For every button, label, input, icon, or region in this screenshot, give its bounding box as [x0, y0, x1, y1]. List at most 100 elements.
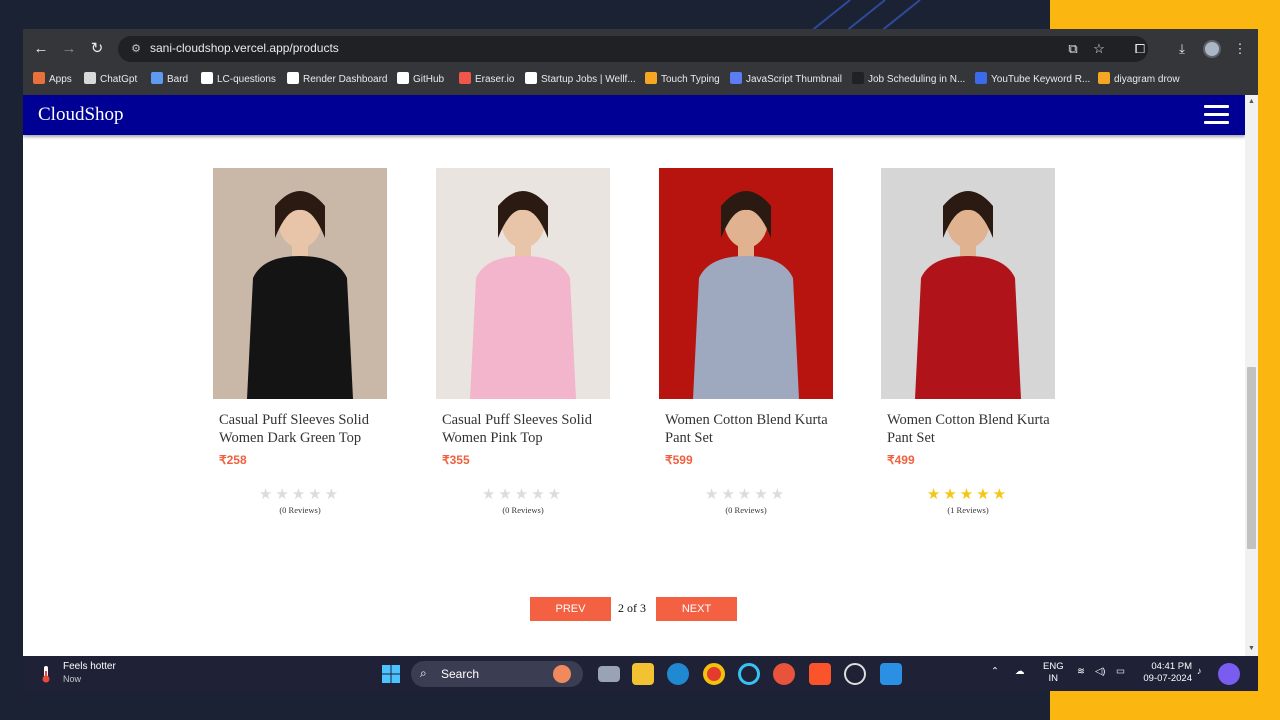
star-icon: ★: [754, 486, 771, 503]
taskbar-search-label: Search: [441, 667, 480, 681]
thermometer-icon[interactable]: [40, 665, 52, 683]
review-count: (0 Reviews): [725, 505, 767, 515]
page-content: CloudShop Casual Puff Sleeves Solid Wome…: [23, 95, 1245, 656]
edge-icon[interactable]: [667, 663, 689, 685]
weather-subtitle[interactable]: Now: [63, 674, 81, 684]
product-price: ₹258: [219, 453, 247, 467]
file-explorer-icon[interactable]: [632, 663, 654, 685]
task-view-icon[interactable]: [598, 666, 620, 682]
next-button[interactable]: NEXT: [656, 597, 737, 621]
clock-time: 04:41 PM: [1151, 661, 1192, 672]
prev-button[interactable]: PREV: [530, 597, 611, 621]
model-figure: [915, 191, 1021, 399]
bookmark-item[interactable]: Job Scheduling in N...: [852, 71, 965, 89]
scroll-up-icon[interactable]: ▲: [1247, 97, 1256, 106]
browser-toolbar: ← → ↻ ⚙ sani-cloudshop.vercel.app/produc…: [23, 33, 1258, 65]
url-text[interactable]: sani-cloudshop.vercel.app/products: [150, 41, 339, 55]
star-icon: ★: [704, 486, 722, 503]
download-icon[interactable]: ⤓: [1173, 40, 1191, 58]
media-player-icon[interactable]: [844, 663, 866, 685]
notification-bell-icon[interactable]: ♪: [1197, 666, 1202, 678]
extensions-icon[interactable]: ⧠: [1131, 40, 1149, 58]
page-scrollbar[interactable]: ▲ ▼: [1245, 95, 1258, 656]
profile-avatar[interactable]: [1203, 40, 1221, 58]
bookmark-label: Startup Jobs | Wellf...: [541, 74, 636, 85]
bookmark-item[interactable]: Touch Typing: [645, 71, 720, 89]
pagination: PREV 2 of 3 NEXT: [530, 597, 740, 621]
bookmark-favicon-icon: [645, 72, 657, 85]
product-card[interactable]: Women Cotton Blend Kurta Pant Set ₹599 ★★★…: [659, 168, 833, 515]
product-image[interactable]: [881, 168, 1055, 399]
address-bar[interactable]: ⚙ sani-cloudshop.vercel.app/products ⧉ ☆: [118, 36, 1148, 62]
product-name[interactable]: Casual Puff Sleeves Solid Women Pink Top: [436, 411, 610, 447]
bookmark-favicon-icon: [730, 72, 742, 85]
bookmark-item[interactable]: Apps: [33, 71, 72, 89]
language-indicator[interactable]: ENG IN: [1043, 661, 1064, 685]
star-icon: ★: [531, 486, 548, 503]
vscode-icon[interactable]: [880, 663, 902, 685]
product-image[interactable]: [659, 168, 833, 399]
bookmark-label: Eraser.io: [475, 74, 515, 85]
review-count: (1 Reviews): [947, 505, 989, 515]
product-image[interactable]: [436, 168, 610, 399]
bookmark-item[interactable]: JavaScript Thumbnail: [730, 71, 842, 89]
scroll-down-icon[interactable]: ▼: [1247, 644, 1256, 653]
weather-title[interactable]: Feels hotter: [63, 661, 116, 672]
chrome-icon[interactable]: [703, 663, 725, 685]
volume-icon[interactable]: ◁): [1095, 666, 1105, 678]
scroll-thumb[interactable]: [1247, 367, 1256, 549]
bookmark-label: GitHub: [413, 74, 445, 85]
bookmark-item[interactable]: LC-questions: [201, 71, 276, 89]
bookmark-label: LC-questions: [217, 74, 276, 85]
star-icon: ★: [992, 486, 1010, 503]
bookmark-label: JavaScript Thumbnail: [746, 74, 842, 85]
forward-icon[interactable]: →: [59, 39, 79, 59]
browser-chrome: ← → ↻ ⚙ sani-cloudshop.vercel.app/produc…: [23, 29, 1258, 95]
brave-icon[interactable]: [809, 663, 831, 685]
bookmark-star-icon[interactable]: ☆: [1090, 40, 1108, 58]
browser-window: ← → ↻ ⚙ sani-cloudshop.vercel.app/produc…: [23, 29, 1258, 656]
star-icon: ★: [737, 486, 755, 503]
brand-logo[interactable]: CloudShop: [38, 104, 124, 126]
bookmark-favicon-icon: [84, 72, 96, 85]
star-icon: ★: [275, 486, 292, 503]
bookmark-item[interactable]: diyagram drow: [1098, 71, 1180, 89]
product-card[interactable]: Casual Puff Sleeves Solid Women Dark Gre…: [213, 168, 387, 515]
site-info-icon[interactable]: ⚙: [128, 41, 144, 57]
bookmark-item[interactable]: Startup Jobs | Wellf...: [525, 71, 636, 89]
bookmarks-bar: Apps ChatGpt Bard LC-questions Render Dashbo…: [23, 69, 1258, 91]
taskbar-search[interactable]: ⌕ Search: [411, 661, 583, 687]
battery-icon[interactable]: ▭: [1116, 666, 1125, 678]
region-code: IN: [1048, 673, 1059, 684]
bookmark-item[interactable]: ChatGpt: [84, 71, 137, 89]
alexa-icon[interactable]: [738, 663, 760, 685]
bookmark-item[interactable]: YouTube Keyword R...: [975, 71, 1090, 89]
copilot-icon[interactable]: [1218, 663, 1240, 685]
bookmark-item[interactable]: Render Dashboard: [287, 71, 388, 89]
hamburger-menu-icon[interactable]: [1204, 105, 1229, 125]
cloud-offline-icon[interactable]: ☁: [1015, 666, 1025, 678]
wps-office-icon[interactable]: [773, 663, 795, 685]
product-image[interactable]: [213, 168, 387, 399]
bookmark-item[interactable]: Eraser.io: [459, 71, 514, 89]
menu-kebab-icon[interactable]: ⋮: [1231, 40, 1249, 58]
tray-chevron-icon[interactable]: ⌃: [991, 666, 999, 678]
product-name[interactable]: Women Cotton Blend Kurta Pant Set: [881, 411, 1055, 447]
back-icon[interactable]: ←: [31, 39, 51, 59]
bookmark-favicon-icon: [287, 72, 299, 85]
product-name[interactable]: Casual Puff Sleeves Solid Women Dark Gre…: [213, 411, 387, 447]
windows-start-icon[interactable]: [380, 663, 402, 685]
wifi-icon[interactable]: ≋: [1077, 666, 1085, 678]
rating-stars: ★★★★★: [436, 485, 610, 503]
install-app-icon[interactable]: ⧉: [1064, 40, 1082, 58]
reload-icon[interactable]: ↻: [87, 39, 107, 59]
bookmark-label: Render Dashboard: [303, 74, 388, 85]
product-card[interactable]: Women Cotton Blend Kurta Pant Set ₹499 ★★★…: [881, 168, 1055, 515]
bookmark-item[interactable]: GitHub: [397, 71, 444, 89]
clock[interactable]: 04:41 PM 09-07-2024: [1140, 661, 1192, 685]
product-card[interactable]: Casual Puff Sleeves Solid Women Pink Top…: [436, 168, 610, 515]
product-name[interactable]: Women Cotton Blend Kurta Pant Set: [659, 411, 833, 447]
bookmark-label: Job Scheduling in N...: [868, 74, 966, 85]
bookmark-item[interactable]: Bard: [151, 71, 188, 89]
model-figure: [470, 191, 576, 399]
